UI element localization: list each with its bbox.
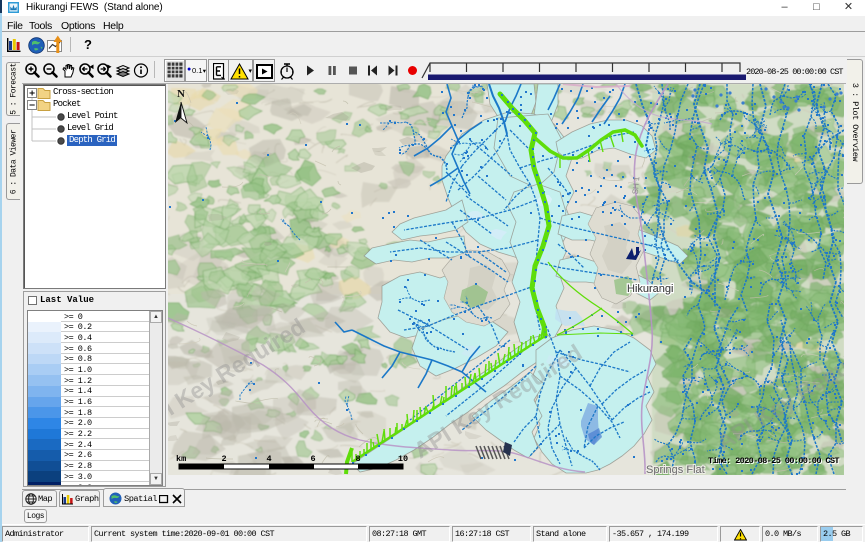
svg-text:4: 4 [266,454,271,464]
svg-text:SH 1: SH 1 [631,176,642,195]
svg-text:8: 8 [355,454,360,464]
svg-text:Time: 2020-08-25 00:00:00 CST: Time: 2020-08-25 00:00:00 CST [708,456,839,466]
svg-text:N: N [177,88,185,100]
svg-text:6: 6 [310,454,315,464]
svg-text:2: 2 [221,454,226,464]
svg-text:km: km [176,454,186,464]
svg-text:10: 10 [398,454,408,464]
svg-text:Hikurangi: Hikurangi [627,283,673,295]
svg-text:Springs Flat: Springs Flat [646,464,705,475]
